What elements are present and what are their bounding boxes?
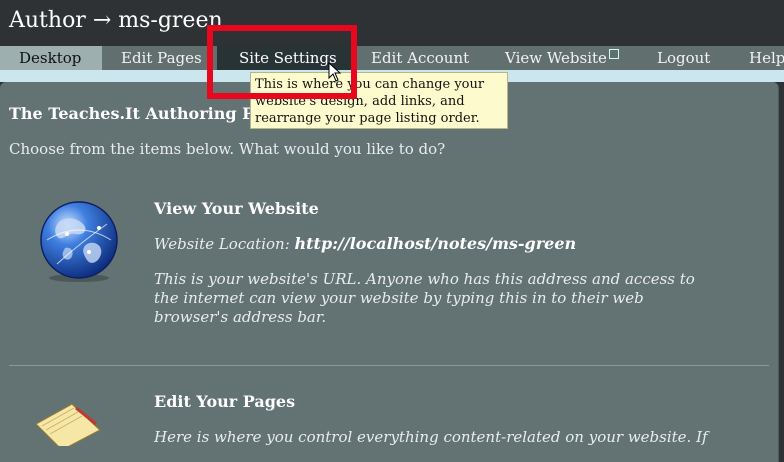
- notepad-icon[interactable]: [32, 400, 102, 446]
- tab-view-website-label: View Website: [505, 49, 607, 67]
- website-location: Website Location: http://localhost/notes…: [154, 234, 576, 253]
- page-title: Author → ms-green: [9, 8, 223, 33]
- intro-text: Choose from the items below. What would …: [9, 140, 446, 158]
- view-website-link[interactable]: View Your Website: [154, 199, 319, 218]
- title-bar: Author → ms-green: [0, 0, 784, 46]
- tab-view-website[interactable]: View Website: [505, 46, 619, 70]
- tab-logout[interactable]: Logout: [657, 46, 710, 70]
- tab-edit-pages[interactable]: Edit Pages: [121, 46, 202, 70]
- cursor-icon: [328, 62, 342, 82]
- tab-bar: Desktop Edit Pages Site Settings Edit Ac…: [0, 46, 784, 70]
- section-divider: [9, 365, 769, 366]
- tab-edit-account[interactable]: Edit Account: [371, 46, 469, 70]
- location-label: Website Location:: [154, 235, 290, 253]
- edit-pages-description: Here is where you control everything con…: [154, 428, 708, 446]
- tab-desktop[interactable]: Desktop: [0, 46, 103, 70]
- tab-help[interactable]: Help: [749, 46, 784, 70]
- edit-pages-link[interactable]: Edit Your Pages: [154, 392, 295, 411]
- location-url[interactable]: http://localhost/notes/ms-green: [295, 234, 577, 253]
- tooltip-line-3: rearrange your page listing order.: [255, 111, 480, 126]
- view-website-description: This is your website's URL. Anyone who h…: [154, 270, 695, 326]
- globe-icon[interactable]: [37, 200, 121, 282]
- external-link-icon: [608, 49, 619, 59]
